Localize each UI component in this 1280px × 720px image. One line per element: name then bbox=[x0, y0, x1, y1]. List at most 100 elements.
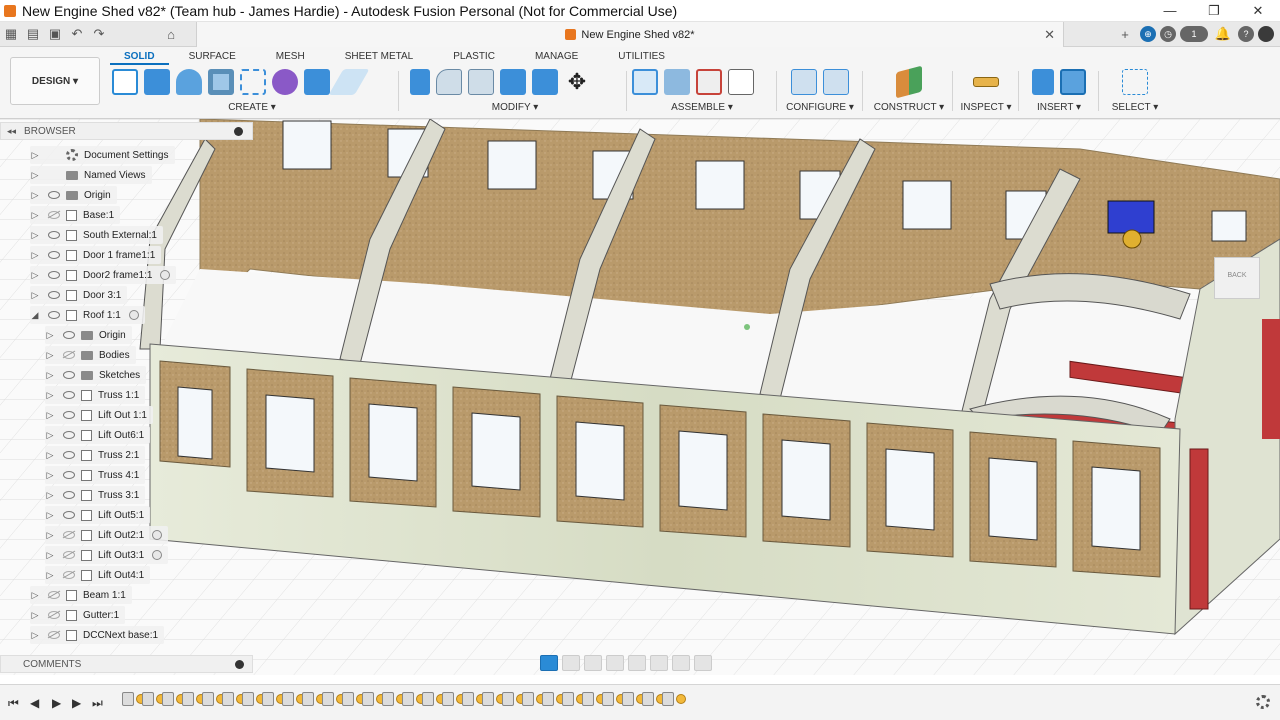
timeline-feature-component[interactable] bbox=[442, 692, 454, 706]
timeline-feature-component[interactable] bbox=[282, 692, 294, 706]
press-pull-icon[interactable] bbox=[410, 69, 430, 95]
visibility-eye-icon[interactable] bbox=[63, 371, 75, 379]
save-icon[interactable]: ▣ bbox=[44, 24, 66, 44]
insert-group-label[interactable]: INSERT ▾ bbox=[1024, 102, 1094, 113]
insert-image-icon[interactable] bbox=[1060, 69, 1086, 95]
as-built-joint-icon[interactable] bbox=[696, 69, 722, 95]
browser-item[interactable]: ▷ Truss 1:1 bbox=[45, 386, 146, 404]
add-comment-icon[interactable] bbox=[235, 659, 244, 669]
expand-arrow-icon[interactable]: ▷ bbox=[45, 570, 55, 581]
extrude-icon[interactable] bbox=[144, 69, 170, 95]
timeline-feature-component[interactable] bbox=[322, 692, 334, 706]
grid-settings-icon[interactable] bbox=[672, 655, 690, 671]
expand-arrow-icon[interactable]: ▷ bbox=[45, 530, 55, 541]
visibility-eye-icon[interactable] bbox=[48, 631, 60, 639]
tab-solid[interactable]: SOLID bbox=[110, 49, 169, 65]
expand-arrow-icon[interactable]: ▷ bbox=[30, 210, 40, 221]
browser-item[interactable]: ◢ Roof 1:1 bbox=[30, 306, 145, 324]
visibility-eye-icon[interactable] bbox=[63, 331, 75, 339]
expand-arrow-icon[interactable]: ▷ bbox=[45, 490, 55, 501]
bell-icon[interactable]: 🔔 bbox=[1212, 24, 1234, 44]
grid-menu-icon[interactable]: ▦ bbox=[0, 24, 22, 44]
browser-item[interactable]: ▷ Lift Out6:1 bbox=[45, 426, 151, 444]
measure-icon[interactable] bbox=[973, 77, 999, 87]
browser-item[interactable]: ▷ Truss 3:1 bbox=[45, 486, 146, 504]
expand-arrow-icon[interactable]: ▷ bbox=[45, 450, 55, 461]
tab-mesh[interactable]: MESH bbox=[256, 49, 325, 65]
visibility-eye-icon[interactable] bbox=[63, 391, 75, 399]
timeline-feature-joint[interactable] bbox=[676, 694, 686, 704]
minimize-button[interactable]: — bbox=[1148, 0, 1192, 22]
activate-component-radio[interactable] bbox=[160, 270, 171, 280]
visibility-eye-icon[interactable] bbox=[48, 591, 60, 599]
tab-plastic[interactable]: PLASTIC bbox=[433, 49, 515, 65]
timeline-feature-component[interactable] bbox=[542, 692, 554, 706]
orbit-icon[interactable] bbox=[540, 655, 558, 671]
visibility-eye-icon[interactable] bbox=[48, 311, 60, 319]
browser-item[interactable]: ▷ Door 3:1 bbox=[30, 286, 128, 304]
browser-item[interactable]: ▷ Lift Out4:1 bbox=[45, 566, 151, 584]
maximize-button[interactable]: ❐ bbox=[1192, 0, 1236, 22]
visibility-eye-icon[interactable] bbox=[48, 211, 60, 219]
timeline-feature-component[interactable] bbox=[602, 692, 614, 706]
browser-minimize-icon[interactable] bbox=[234, 126, 243, 136]
expand-arrow-icon[interactable]: ▷ bbox=[30, 150, 40, 161]
timeline-feature-component[interactable] bbox=[582, 692, 594, 706]
timeline-feature-component[interactable] bbox=[382, 692, 394, 706]
expand-arrow-icon[interactable]: ▷ bbox=[45, 370, 55, 381]
select-group-label[interactable]: SELECT ▾ bbox=[1104, 102, 1166, 113]
close-document-icon[interactable]: ✕ bbox=[1044, 27, 1055, 43]
timeline-feature-component[interactable] bbox=[342, 692, 354, 706]
expand-arrow-icon[interactable]: ▷ bbox=[45, 350, 55, 361]
browser-item[interactable]: ▷ Lift Out 1:1 bbox=[45, 406, 153, 424]
modify-group-label[interactable]: MODIFY ▾ bbox=[410, 102, 620, 113]
visibility-eye-icon[interactable] bbox=[63, 451, 75, 459]
timeline-forward-icon[interactable]: ▶ bbox=[72, 696, 86, 710]
timeline-feature-component[interactable] bbox=[242, 692, 254, 706]
expand-arrow-icon[interactable]: ▷ bbox=[45, 470, 55, 481]
timeline-feature-component[interactable] bbox=[462, 692, 474, 706]
expand-arrow-icon[interactable]: ▷ bbox=[30, 230, 40, 241]
extensions-icon[interactable]: ⊕ bbox=[1140, 26, 1156, 42]
expand-arrow-icon[interactable]: ▷ bbox=[45, 510, 55, 521]
revolve-icon[interactable] bbox=[176, 69, 202, 95]
box-icon[interactable] bbox=[304, 69, 330, 95]
collapse-browser-icon[interactable]: ◂◂ bbox=[7, 126, 16, 137]
timeline-feature-component[interactable] bbox=[402, 692, 414, 706]
browser-item[interactable]: ▷ Origin bbox=[30, 186, 117, 204]
notifications-badge[interactable]: 1 bbox=[1180, 26, 1208, 42]
timeline-settings-icon[interactable] bbox=[1256, 695, 1270, 709]
expand-arrow-icon[interactable]: ▷ bbox=[45, 390, 55, 401]
close-window-button[interactable]: ✕ bbox=[1236, 0, 1280, 22]
create-sketch-icon[interactable] bbox=[112, 69, 138, 95]
expand-arrow-icon[interactable]: ▷ bbox=[30, 170, 40, 181]
browser-item[interactable]: ▷ Lift Out5:1 bbox=[45, 506, 151, 524]
timeline-feature-component[interactable] bbox=[142, 692, 154, 706]
move-copy-icon[interactable]: ✥ bbox=[564, 69, 590, 95]
browser-item[interactable]: ▷ Named Views bbox=[30, 166, 152, 184]
view-cube[interactable]: BACK bbox=[1214, 257, 1260, 299]
visibility-eye-icon[interactable] bbox=[48, 251, 60, 259]
timeline-start-icon[interactable]: ⏮ bbox=[8, 696, 22, 710]
chamfer-icon[interactable] bbox=[468, 69, 494, 95]
fit-icon[interactable] bbox=[628, 655, 646, 671]
job-status-icon[interactable]: ◷ bbox=[1160, 26, 1176, 42]
expand-arrow-icon[interactable]: ▷ bbox=[30, 290, 40, 301]
timeline-feature-component[interactable] bbox=[222, 692, 234, 706]
timeline-play-icon[interactable]: ▶ bbox=[52, 696, 66, 710]
combine-icon[interactable] bbox=[532, 69, 558, 95]
pattern-icon[interactable] bbox=[240, 69, 266, 95]
visibility-eye-icon[interactable] bbox=[63, 531, 75, 539]
comments-panel[interactable]: COMMENTS bbox=[0, 655, 253, 673]
visibility-eye-icon[interactable] bbox=[63, 351, 75, 359]
hole-icon[interactable] bbox=[208, 69, 234, 95]
timeline-feature-component[interactable] bbox=[622, 692, 634, 706]
timeline-feature-component[interactable] bbox=[482, 692, 494, 706]
expand-arrow-icon[interactable]: ▷ bbox=[45, 410, 55, 421]
browser-item[interactable]: ▷ Lift Out3:1 bbox=[45, 546, 169, 564]
browser-item[interactable]: ▷ Truss 2:1 bbox=[45, 446, 146, 464]
visibility-eye-icon[interactable] bbox=[63, 571, 75, 579]
browser-item[interactable]: ▷ DCCNext base:1 bbox=[30, 626, 165, 644]
offset-plane-icon[interactable] bbox=[896, 65, 922, 99]
visibility-eye-icon[interactable] bbox=[63, 491, 75, 499]
